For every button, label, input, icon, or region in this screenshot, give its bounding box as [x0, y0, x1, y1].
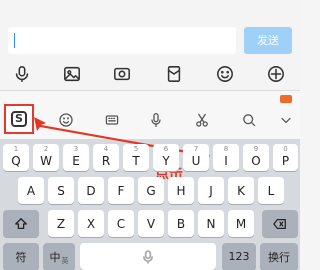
key-t[interactable]: 5T	[123, 144, 149, 171]
backspace-key[interactable]	[262, 210, 298, 237]
key-g[interactable]: G	[138, 177, 164, 204]
key-letter: D	[86, 183, 96, 198]
sogou-logo: S	[11, 111, 27, 127]
key-f[interactable]: F	[108, 177, 134, 204]
key-number: 6	[163, 145, 169, 153]
text-caret	[14, 33, 15, 48]
key-h[interactable]: H	[168, 177, 194, 204]
chat-toolbar	[0, 60, 300, 88]
keyboard-icon[interactable]	[102, 110, 122, 130]
key-letter: J	[209, 183, 213, 198]
key-x[interactable]: X	[78, 210, 104, 237]
compose-area: 发送	[0, 0, 300, 90]
key-s[interactable]: S	[48, 177, 74, 204]
key-letter: L	[267, 183, 275, 198]
key-z[interactable]: Z	[48, 210, 74, 237]
key-letter: F	[117, 183, 125, 198]
key-letter: M	[235, 216, 247, 231]
notification-badge	[280, 95, 292, 103]
key-label: 换行	[268, 250, 290, 264]
keyboard: S 点击 1Q 2W 3E 4R 5T 6Y 7U 8I 9O 0P A S D…	[0, 91, 300, 270]
key-letter: C	[116, 216, 126, 231]
red-packet-icon[interactable]	[163, 63, 185, 85]
key-letter: A	[26, 183, 36, 198]
key-label: 符	[15, 250, 27, 264]
key-i[interactable]: 8I	[213, 144, 239, 171]
key-number: 9	[253, 145, 259, 153]
key-d[interactable]: D	[78, 177, 104, 204]
symbol-key[interactable]: 符	[3, 243, 39, 270]
key-u[interactable]: 7U	[183, 144, 209, 171]
key-number: 4	[103, 145, 109, 153]
key-sub-label: 英	[61, 256, 69, 265]
key-number: 8	[223, 145, 229, 153]
backspace-icon	[273, 218, 286, 229]
key-e[interactable]: 3E	[63, 144, 89, 171]
key-a[interactable]: A	[18, 177, 44, 204]
key-j[interactable]: J	[198, 177, 224, 204]
key-label: 123	[228, 250, 250, 263]
key-label: 中	[49, 250, 61, 264]
key-r[interactable]: 4R	[93, 144, 119, 171]
key-letter: Q	[11, 153, 21, 168]
key-letter: H	[176, 183, 186, 198]
numbers-key[interactable]: 123	[222, 243, 256, 270]
camera-icon[interactable]	[111, 63, 133, 85]
key-b[interactable]: B	[168, 210, 194, 237]
key-letter: G	[146, 183, 156, 198]
key-number: 2	[43, 145, 49, 153]
key-v[interactable]: V	[138, 210, 164, 237]
key-letter: I	[224, 153, 228, 168]
key-letter: P	[281, 153, 290, 168]
key-l[interactable]: L	[258, 177, 284, 204]
key-letter: N	[206, 216, 216, 231]
key-letter: B	[176, 216, 186, 231]
key-c[interactable]: C	[108, 210, 134, 237]
key-letter: K	[237, 183, 245, 198]
key-number: 5	[133, 145, 139, 153]
scissors-icon[interactable]	[192, 110, 212, 130]
key-number: 0	[283, 145, 288, 153]
chevron-down-icon[interactable]	[276, 110, 296, 130]
microphone-icon[interactable]	[146, 110, 166, 130]
key-number: 1	[13, 145, 19, 153]
key-w[interactable]: 2W	[33, 144, 59, 171]
microphone-icon	[143, 249, 153, 264]
key-letter: Z	[56, 216, 66, 231]
chinese-english-key[interactable]: 中 英	[43, 243, 75, 270]
search-icon[interactable]	[239, 110, 259, 130]
plus-icon[interactable]	[265, 63, 287, 85]
key-letter: S	[57, 183, 65, 198]
image-icon[interactable]	[61, 63, 83, 85]
key-n[interactable]: N	[198, 210, 224, 237]
emoji-icon[interactable]	[56, 110, 76, 130]
key-letter: E	[72, 153, 80, 168]
send-button[interactable]: 发送	[244, 27, 292, 54]
microphone-icon[interactable]	[11, 63, 33, 85]
emoji-icon[interactable]	[214, 63, 236, 85]
key-letter: X	[86, 216, 96, 231]
key-m[interactable]: M	[228, 210, 254, 237]
key-letter: T	[132, 153, 140, 168]
key-letter: W	[40, 153, 52, 168]
key-k[interactable]: K	[228, 177, 254, 204]
keyboard-toolbar: S	[0, 91, 300, 139]
key-q[interactable]: 1Q	[3, 144, 29, 171]
key-letter: Y	[162, 153, 170, 168]
key-number: 7	[193, 145, 199, 153]
sogou-logo-button[interactable]: S	[4, 104, 34, 134]
shift-key[interactable]	[3, 210, 39, 237]
key-letter: U	[191, 153, 201, 168]
key-letter: O	[251, 153, 261, 168]
key-letter: R	[101, 153, 111, 168]
key-number: 3	[73, 145, 79, 153]
key-letter: V	[146, 216, 156, 231]
shift-icon	[15, 217, 27, 229]
key-o[interactable]: 9O	[243, 144, 269, 171]
space-key[interactable]	[80, 243, 216, 270]
message-input[interactable]	[8, 27, 236, 54]
newline-key[interactable]: 换行	[260, 243, 298, 270]
key-p[interactable]: 0P	[273, 144, 298, 171]
key-y[interactable]: 6Y	[153, 144, 179, 171]
